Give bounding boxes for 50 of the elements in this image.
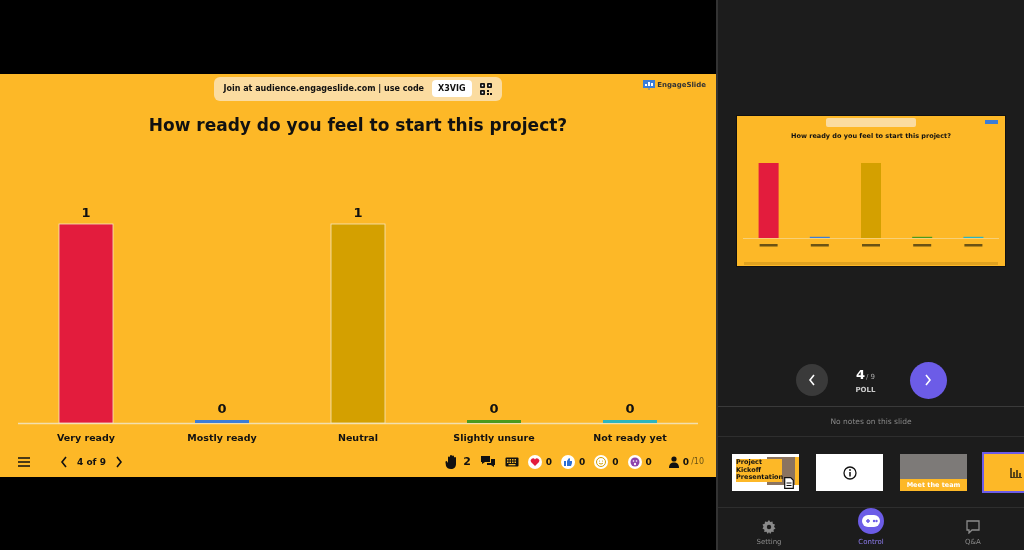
surprised-face-icon[interactable] bbox=[627, 454, 642, 469]
label-placeholder bbox=[759, 244, 778, 247]
label-placeholder bbox=[964, 244, 983, 247]
page-indicator: 4 of 9 bbox=[77, 456, 106, 467]
participant-count: 0 bbox=[682, 456, 690, 467]
category-label: Not ready yet bbox=[593, 432, 667, 444]
previous-slide-button[interactable] bbox=[795, 364, 828, 397]
value-label: 0 bbox=[217, 401, 227, 417]
previous-icon[interactable] bbox=[60, 455, 68, 468]
chat-icon[interactable] bbox=[479, 454, 496, 469]
category-label: Very ready bbox=[57, 432, 115, 444]
chat-bubble-icon bbox=[966, 520, 980, 534]
next-icon[interactable] bbox=[114, 455, 123, 468]
label-placeholder bbox=[913, 244, 932, 247]
keyboard-icon[interactable] bbox=[504, 456, 519, 467]
label-placeholder bbox=[862, 244, 880, 247]
menu-icon[interactable] bbox=[18, 456, 30, 467]
photo-placeholder bbox=[900, 454, 967, 480]
settings-icon bbox=[762, 520, 776, 534]
category-label: Slightly unsure bbox=[453, 432, 535, 444]
category-label: Neutral bbox=[337, 432, 379, 444]
participant-capacity: /10 bbox=[691, 457, 704, 467]
value-label: 0 bbox=[625, 401, 635, 417]
bar-chart-icon bbox=[1010, 467, 1022, 478]
chevron-left-icon bbox=[807, 374, 816, 387]
category-label: Mostly ready bbox=[187, 432, 257, 444]
thumbs-up-icon[interactable] bbox=[561, 454, 576, 469]
reaction-count: 0 bbox=[545, 456, 553, 467]
value-label: 0 bbox=[489, 401, 499, 417]
next-slide-button[interactable] bbox=[909, 361, 947, 399]
person-icon bbox=[668, 455, 679, 468]
join-code: X3VIG bbox=[432, 80, 472, 97]
logo-icon bbox=[643, 79, 656, 90]
current-slide-number: 4 bbox=[855, 366, 865, 382]
value-label: 1 bbox=[81, 205, 91, 221]
document-icon bbox=[784, 477, 794, 490]
logo-drawing bbox=[985, 120, 998, 124]
reaction-count: 0 bbox=[612, 456, 619, 467]
qr-code-icon[interactable] bbox=[479, 82, 492, 95]
question-title: How ready do you feel to start this project? bbox=[148, 114, 568, 137]
gamepad-icon bbox=[858, 508, 884, 534]
slide-thumbnail[interactable] bbox=[816, 454, 883, 492]
chevron-right-icon bbox=[924, 374, 932, 387]
reaction-count: 0 bbox=[645, 456, 652, 467]
join-instructions: Join at audience.engageslide.com | use code bbox=[223, 84, 425, 93]
value-label: 1 bbox=[353, 205, 363, 221]
reaction-count: 0 bbox=[579, 456, 586, 467]
hand-count: 2 bbox=[463, 455, 471, 469]
info-icon bbox=[842, 465, 857, 480]
label-placeholder bbox=[810, 244, 829, 247]
